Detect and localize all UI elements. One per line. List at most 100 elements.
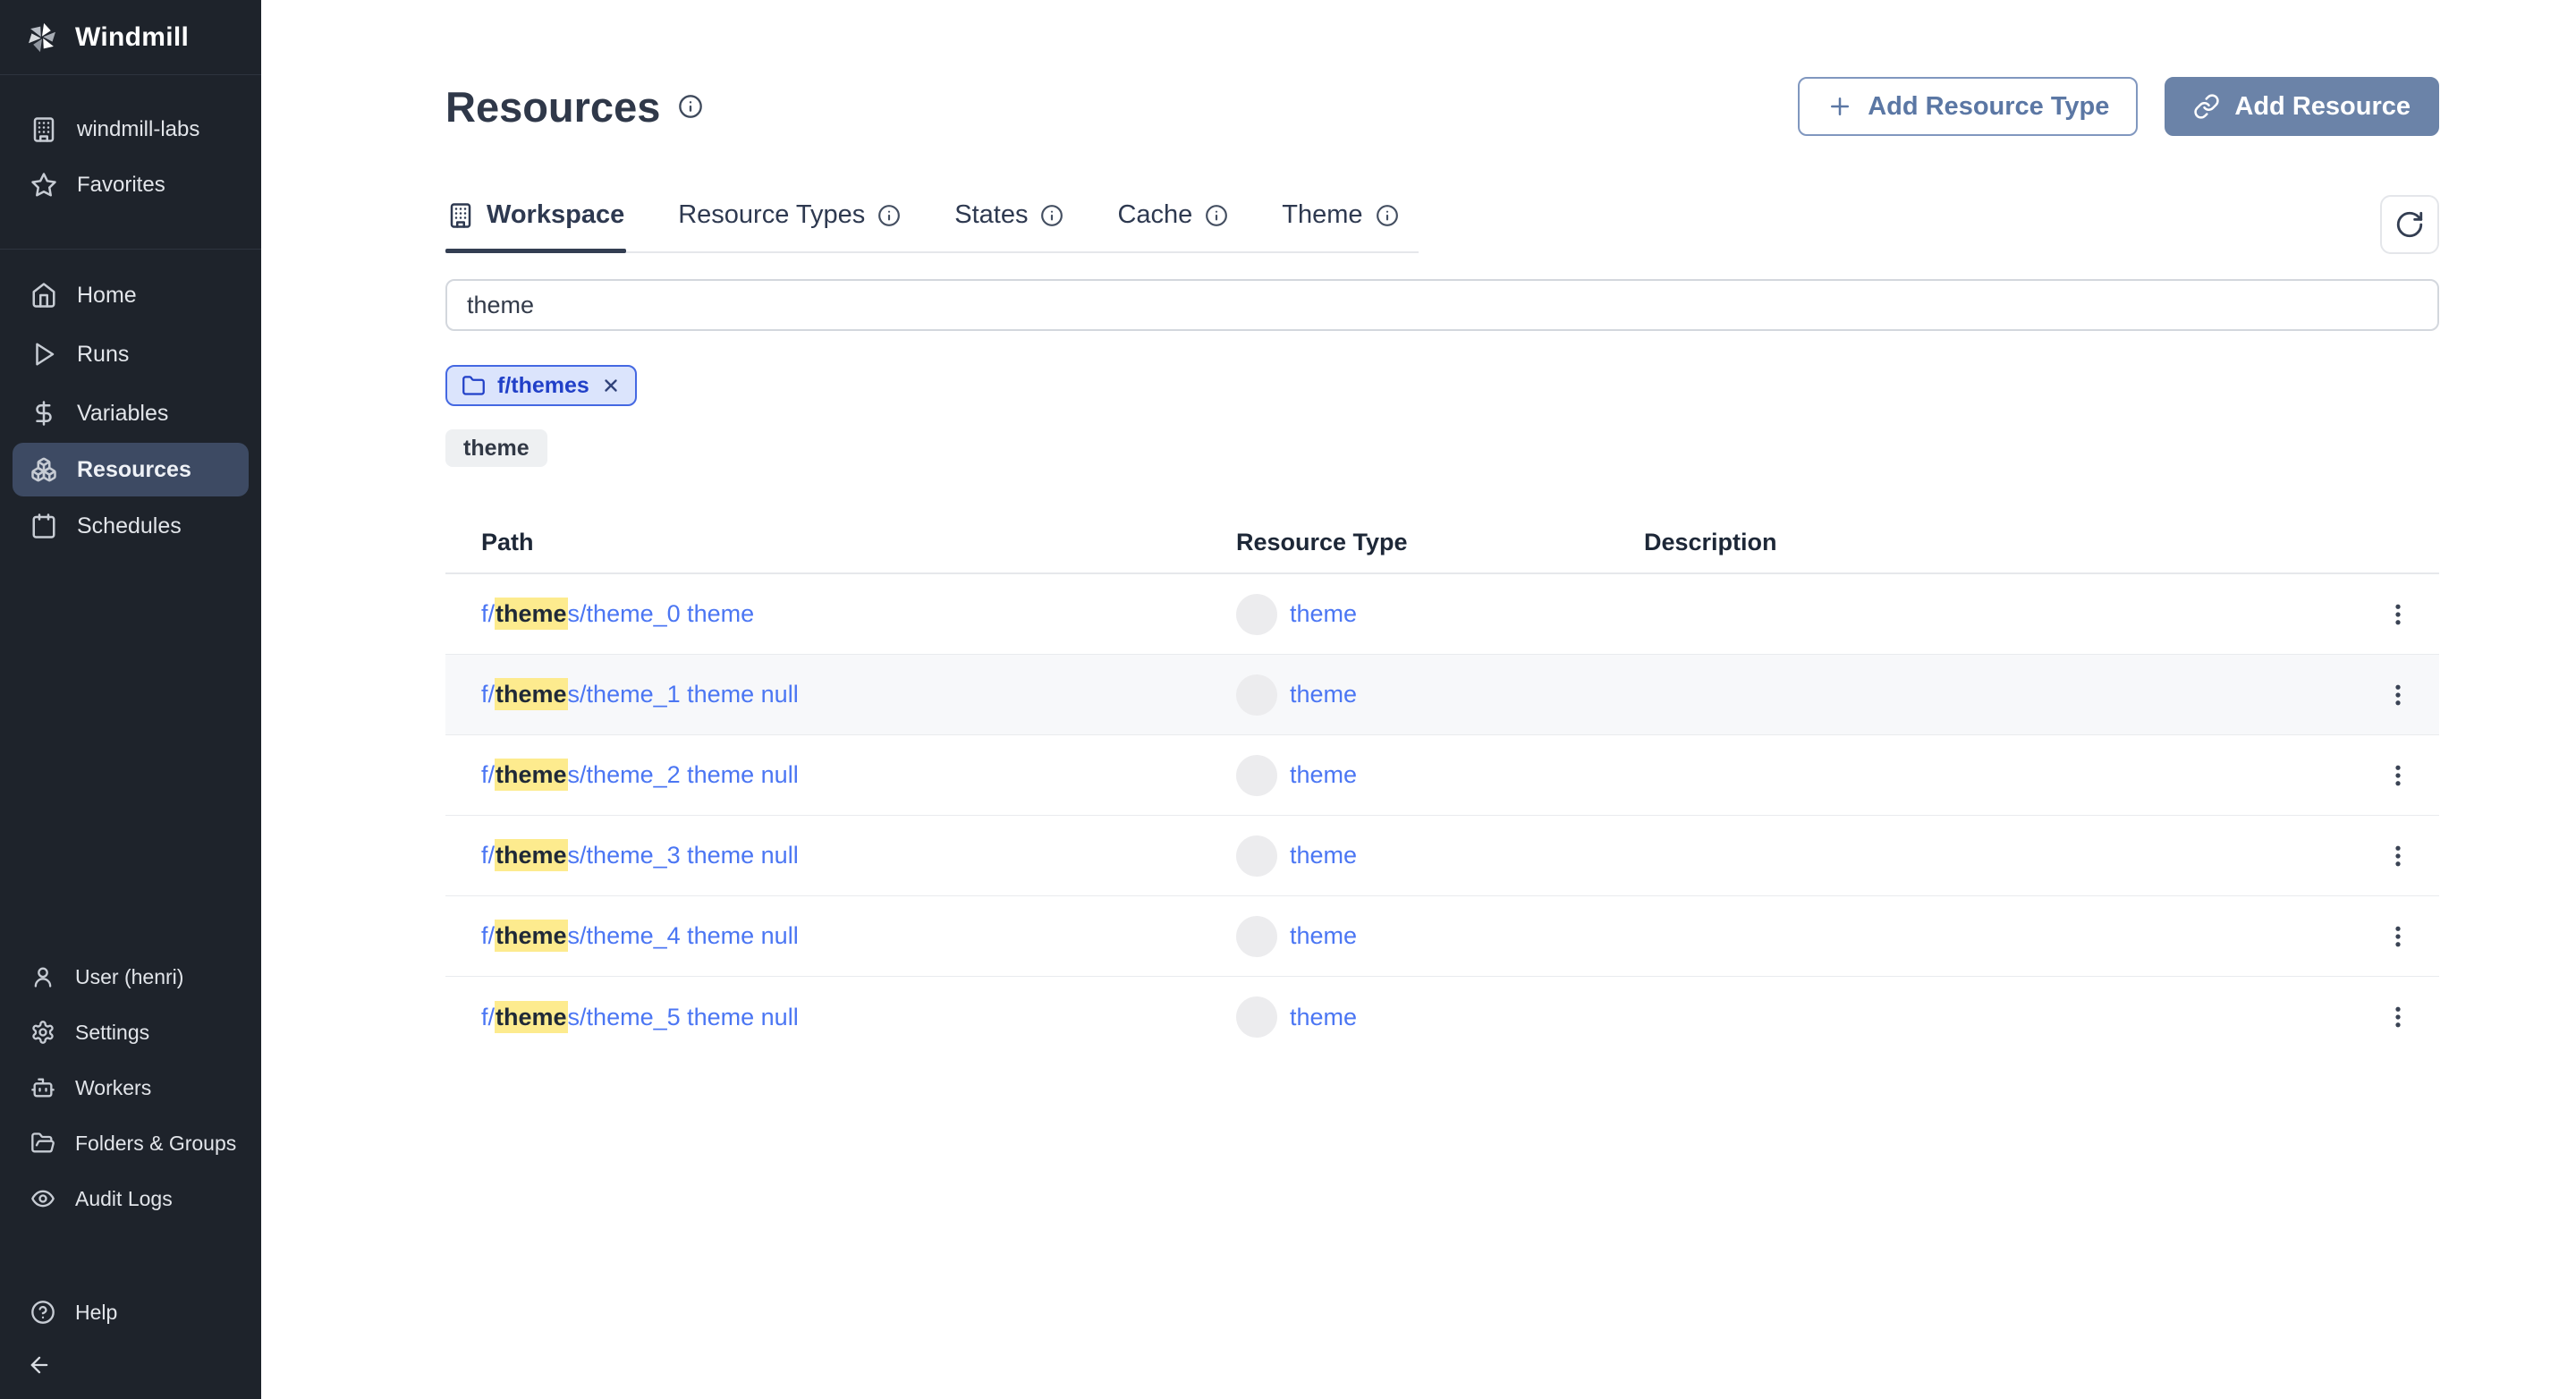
- path-rest: s/theme_1 theme null: [567, 681, 799, 708]
- user-icon: [34, 967, 52, 988]
- calendar-icon: [32, 513, 55, 538]
- link-icon: [2194, 94, 2220, 119]
- table-row[interactable]: f/themes/theme_5 theme null theme: [445, 977, 2439, 1057]
- tab-label: Resource Types: [678, 200, 866, 229]
- sidebar-item-home[interactable]: Home: [0, 266, 261, 325]
- kebab-menu-icon: [2395, 845, 2401, 866]
- add-resource-button[interactable]: Add Resource: [2165, 77, 2439, 136]
- resource-path-link[interactable]: f/themes/theme_1 theme null: [481, 678, 799, 710]
- sidebar-item-user[interactable]: User (henri): [0, 949, 261, 1005]
- plus-icon: [1831, 98, 1850, 115]
- folder-icon: [462, 375, 485, 395]
- table-header: Path Resource Type Description: [445, 512, 2439, 574]
- sidebar-nav: Home Runs Variables Resources Schedules: [0, 250, 261, 555]
- row-menu-button[interactable]: [2373, 911, 2423, 962]
- resource-type-avatar: [1236, 915, 1277, 957]
- sidebar-item-audit-logs[interactable]: Audit Logs: [0, 1171, 261, 1226]
- sidebar-item-label: windmill-labs: [77, 117, 200, 141]
- gear-icon: [32, 1021, 54, 1044]
- sidebar-item-label: Folders & Groups: [75, 1131, 237, 1155]
- table-row[interactable]: f/themes/theme_2 theme null theme: [445, 735, 2439, 816]
- sidebar-collapse-button[interactable]: [0, 1340, 261, 1390]
- table-row[interactable]: f/themes/theme_4 theme null theme: [445, 896, 2439, 977]
- sidebar-item-label: Help: [75, 1300, 118, 1324]
- row-menu-button[interactable]: [2373, 831, 2423, 881]
- sidebar-item-label: Settings: [75, 1020, 150, 1044]
- resource-path-link[interactable]: f/themes/theme_0 theme: [481, 598, 754, 630]
- resource-path-link[interactable]: f/themes/theme_4 theme null: [481, 920, 799, 952]
- path-highlight: theme: [495, 759, 568, 791]
- page-title: Resources: [445, 82, 661, 131]
- resource-path-link[interactable]: f/themes/theme_2 theme null: [481, 759, 799, 791]
- arrow-left-icon: [30, 1356, 48, 1374]
- robot-icon: [31, 1078, 55, 1098]
- row-menu-button[interactable]: [2373, 589, 2423, 640]
- page-header: Resources Add Resource Type Add Resource: [445, 77, 2439, 136]
- tab-cache[interactable]: Cache: [1115, 188, 1230, 251]
- tab-label: States: [954, 200, 1029, 229]
- sidebar-item-resources[interactable]: Resources: [13, 443, 249, 496]
- refresh-button[interactable]: [2380, 195, 2439, 254]
- sidebar-item-workers[interactable]: Workers: [0, 1060, 261, 1115]
- x-icon[interactable]: [601, 376, 621, 395]
- row-menu-button[interactable]: [2373, 670, 2423, 720]
- path-prefix: f/: [481, 922, 496, 949]
- table-row[interactable]: f/themes/theme_3 theme null theme: [445, 816, 2439, 896]
- path-rest: s/theme_2 theme null: [567, 761, 799, 788]
- add-resource-type-button[interactable]: Add Resource Type: [1798, 77, 2139, 136]
- resource-path-link[interactable]: f/themes/theme_5 theme null: [481, 1000, 799, 1033]
- resource-type-link[interactable]: theme: [1290, 761, 1357, 789]
- resource-type-avatar: [1236, 996, 1277, 1038]
- resource-type-link[interactable]: theme: [1290, 922, 1357, 950]
- sidebar-item-variables[interactable]: Variables: [0, 384, 261, 443]
- sidebar-item-schedules[interactable]: Schedules: [0, 496, 261, 555]
- sidebar-item-settings[interactable]: Settings: [0, 1005, 261, 1060]
- path-prefix: f/: [481, 600, 496, 627]
- main-content: Resources Add Resource Type Add Resource…: [261, 0, 2576, 1399]
- sidebar-item-runs[interactable]: Runs: [0, 325, 261, 384]
- sidebar-item-label: Workers: [75, 1075, 152, 1099]
- row-menu-button[interactable]: [2373, 750, 2423, 801]
- sidebar-item-label: Runs: [77, 341, 130, 367]
- tab-resource-types[interactable]: Resource Types: [676, 188, 902, 251]
- search-input[interactable]: [445, 279, 2439, 331]
- table-row[interactable]: f/themes/theme_0 theme theme: [445, 574, 2439, 655]
- folder-filter-chip[interactable]: f/themes: [445, 365, 637, 406]
- app-logo[interactable]: Windmill: [0, 0, 261, 75]
- sidebar-item-label: Audit Logs: [75, 1186, 173, 1210]
- tab-label: Cache: [1117, 200, 1193, 229]
- path-highlight: theme: [495, 1000, 568, 1033]
- resource-path-link[interactable]: f/themes/theme_3 theme null: [481, 839, 799, 871]
- tab-states[interactable]: States: [953, 188, 1065, 251]
- tab-label: Theme: [1282, 200, 1363, 229]
- kebab-menu-icon: [2395, 684, 2401, 705]
- tab-workspace[interactable]: Workspace: [445, 188, 627, 253]
- sidebar-item-help[interactable]: Help: [0, 1285, 261, 1340]
- folder-open-icon: [31, 1132, 55, 1153]
- row-menu-button[interactable]: [2373, 992, 2423, 1042]
- star-icon: [31, 173, 56, 197]
- sidebar-item-label: Favorites: [77, 173, 165, 197]
- info-icon: [1206, 204, 1228, 226]
- resource-type-link[interactable]: theme: [1290, 600, 1357, 628]
- dollar-icon: [36, 401, 52, 426]
- resources-table: Path Resource Type Description f/themes/…: [445, 512, 2439, 1057]
- info-icon: [679, 95, 703, 118]
- resource-type-link[interactable]: theme: [1290, 842, 1357, 869]
- app-title: Windmill: [75, 21, 190, 52]
- resource-type-link[interactable]: theme: [1290, 681, 1357, 708]
- path-rest: s/theme_5 theme null: [567, 1003, 799, 1030]
- path-highlight: theme: [495, 920, 568, 952]
- tab-theme[interactable]: Theme: [1280, 188, 1400, 251]
- table-row[interactable]: f/themes/theme_1 theme null theme: [445, 655, 2439, 735]
- sidebar-item-favorites[interactable]: Favorites: [0, 157, 261, 213]
- sidebar-item-workspace[interactable]: windmill-labs: [0, 102, 261, 157]
- sidebar-item-folders-groups[interactable]: Folders & Groups: [0, 1115, 261, 1171]
- sidebar-item-label: Resources: [77, 456, 191, 482]
- path-rest: s/theme_4 theme null: [567, 922, 799, 949]
- column-header-resource-type: Resource Type: [1236, 528, 1408, 555]
- path-rest: s/theme_3 theme null: [567, 842, 799, 869]
- sidebar-help-section: Help: [0, 1285, 261, 1340]
- resource-type-link[interactable]: theme: [1290, 1004, 1357, 1031]
- sidebar: Windmill windmill-labs Favorites Home Ru…: [0, 0, 261, 1399]
